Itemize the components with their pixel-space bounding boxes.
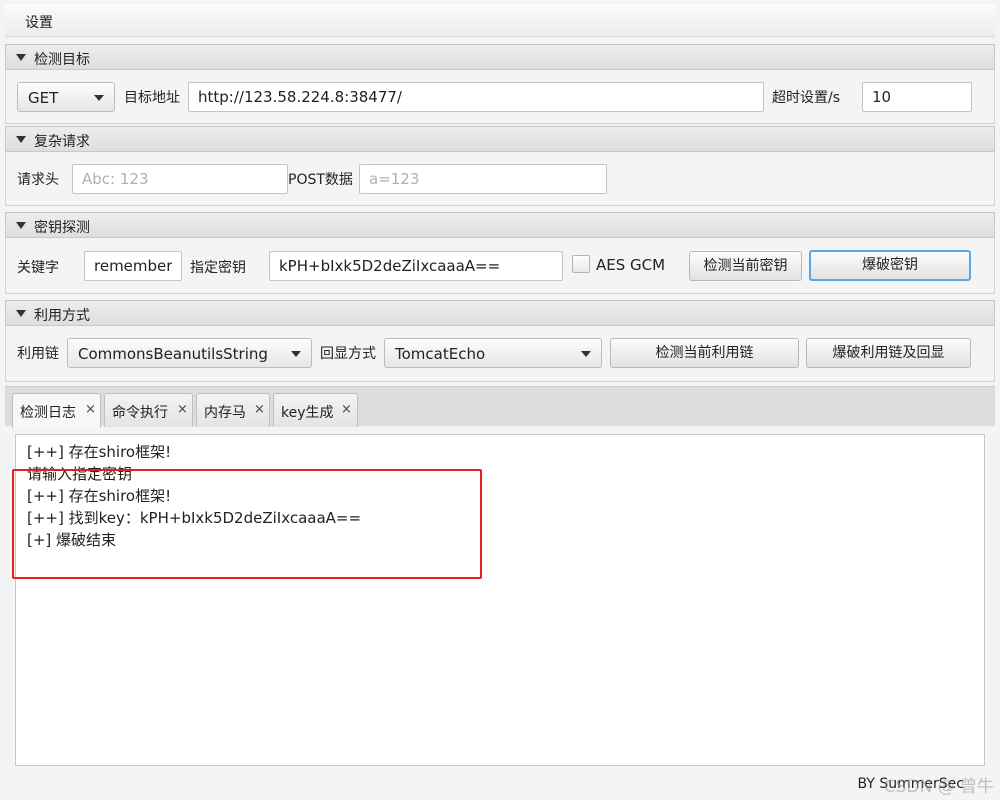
- post-input[interactable]: [359, 164, 607, 194]
- key-label: 指定密钥: [190, 260, 246, 276]
- tab-label: 命令执行: [112, 405, 168, 421]
- post-label: POST数据: [288, 172, 353, 188]
- section-body-target: GET 目标地址 超时设置/s: [5, 70, 995, 124]
- tab-label: 检测日志: [20, 405, 76, 421]
- brute-chain-button[interactable]: 爆破利用链及回显: [806, 338, 971, 368]
- section-body-exploit: 利用链 CommonsBeanutilsString 回显方式 TomcatEc…: [5, 326, 995, 382]
- url-input[interactable]: [188, 82, 764, 112]
- chevron-down-icon: [291, 351, 301, 357]
- header-label: 请求头: [17, 172, 59, 188]
- tab-bar: 检测日志 × 命令执行 × 内存马 × key生成 ×: [5, 386, 995, 428]
- section-title-complex: 复杂请求: [34, 134, 90, 150]
- section-body-complex: 请求头 POST数据: [5, 152, 995, 206]
- collapse-arrow-icon[interactable]: [16, 310, 26, 317]
- brute-key-button[interactable]: 爆破密钥: [809, 250, 971, 281]
- chain-value: CommonsBeanutilsString: [78, 345, 268, 363]
- close-icon[interactable]: ×: [254, 402, 265, 417]
- aes-gcm-label: AES GCM: [596, 256, 666, 274]
- tab-memory-shell[interactable]: 内存马 ×: [196, 393, 270, 427]
- method-select[interactable]: GET: [17, 82, 115, 112]
- section-header-target[interactable]: 检测目标: [5, 44, 995, 70]
- keyword-input[interactable]: [84, 251, 182, 281]
- close-icon[interactable]: ×: [85, 402, 96, 417]
- annotation-highlight-box: [12, 469, 482, 579]
- section-title-key: 密钥探测: [34, 220, 90, 236]
- keyword-label: 关键字: [17, 260, 59, 276]
- echo-label: 回显方式: [320, 346, 376, 362]
- collapse-arrow-icon[interactable]: [16, 54, 26, 61]
- tab-label: 内存马: [204, 405, 246, 421]
- tab-detect-log[interactable]: 检测日志 ×: [12, 393, 101, 428]
- chain-select[interactable]: CommonsBeanutilsString: [67, 338, 312, 368]
- echo-select[interactable]: TomcatEcho: [384, 338, 602, 368]
- chevron-down-icon: [94, 95, 104, 101]
- echo-value: TomcatEcho: [395, 345, 486, 363]
- section-title-target: 检测目标: [34, 52, 90, 68]
- close-icon[interactable]: ×: [177, 402, 188, 417]
- tab-key-gen[interactable]: key生成 ×: [273, 393, 358, 427]
- tab-command-exec[interactable]: 命令执行 ×: [104, 393, 193, 427]
- collapse-arrow-icon[interactable]: [16, 136, 26, 143]
- menu-bar: 设置: [5, 4, 995, 37]
- log-line: [++] 存在shiro框架!: [27, 443, 172, 461]
- section-title-exploit: 利用方式: [34, 308, 90, 324]
- chevron-down-icon: [581, 351, 591, 357]
- tab-label: key生成: [281, 405, 334, 421]
- detect-key-button[interactable]: 检测当前密钥: [689, 251, 802, 281]
- aes-gcm-checkbox[interactable]: [572, 255, 590, 273]
- watermark: CSDN @ 曾牛: [883, 777, 994, 797]
- section-header-key[interactable]: 密钥探测: [5, 212, 995, 238]
- section-body-key: 关键字 指定密钥 AES GCM 检测当前密钥 爆破密钥: [5, 238, 995, 294]
- section-header-complex[interactable]: 复杂请求: [5, 126, 995, 152]
- collapse-arrow-icon[interactable]: [16, 222, 26, 229]
- chain-label: 利用链: [17, 346, 59, 362]
- key-input[interactable]: [269, 251, 563, 281]
- section-header-exploit[interactable]: 利用方式: [5, 300, 995, 326]
- detect-chain-button[interactable]: 检测当前利用链: [610, 338, 799, 368]
- menu-settings[interactable]: 设置: [25, 12, 53, 32]
- timeout-input[interactable]: [862, 82, 972, 112]
- method-value: GET: [28, 89, 59, 107]
- close-icon[interactable]: ×: [341, 402, 352, 417]
- timeout-label: 超时设置/s: [772, 90, 841, 106]
- header-input[interactable]: [72, 164, 288, 194]
- url-label: 目标地址: [124, 90, 180, 106]
